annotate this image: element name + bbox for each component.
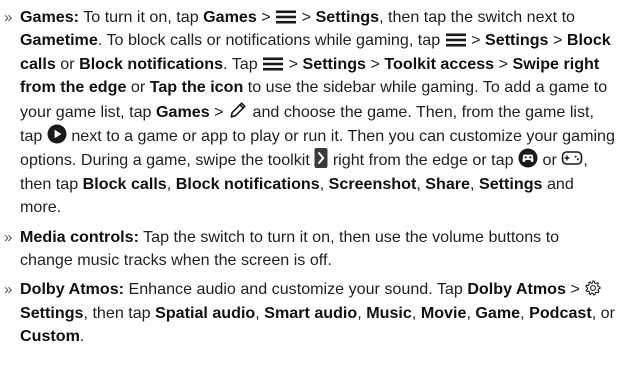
separator: > [214, 102, 224, 121]
game-term: Game [475, 303, 521, 322]
text: right from the edge or tap [332, 151, 514, 170]
smart-audio-term: Smart audio [264, 303, 358, 322]
menu-icon [445, 32, 467, 48]
separator: > [570, 280, 580, 299]
pencil-icon [228, 100, 248, 120]
dolby-atmos-title: Dolby Atmos: [20, 280, 125, 299]
games-term: Games [155, 102, 210, 121]
tap-icon-term: Tap the icon [149, 78, 244, 97]
settings-term: Settings [485, 31, 549, 50]
gear-icon [584, 279, 602, 297]
toolkit-handle-icon [314, 148, 328, 169]
list-item-dolby-atmos: » Dolby Atmos: Enhance audio and customiz… [4, 278, 615, 348]
settings-term: Settings [20, 303, 84, 322]
separator: > [471, 31, 481, 50]
bullet-marker: » [4, 281, 13, 299]
separator: > [370, 54, 380, 73]
settings-term: Settings [315, 8, 380, 26]
text: Enhance audio and customize your sound. … [128, 280, 463, 299]
comma: , [466, 303, 471, 322]
list-item-media-controls: » Media controls: Tap the switch to turn … [4, 226, 615, 273]
text: , then tap the switch next to [379, 8, 575, 26]
gamepad-outline-icon [561, 148, 583, 168]
comma: , [411, 303, 417, 322]
gamepad-icon [518, 148, 538, 168]
text: . Tap [223, 54, 258, 73]
games-term: Games [203, 8, 257, 26]
separator: > [553, 31, 563, 50]
comma: , [416, 174, 421, 193]
music-term: Music [366, 303, 412, 322]
block-notifications-term: Block notifications [79, 54, 224, 73]
movie-term: Movie [420, 303, 467, 322]
media-controls-title: Media controls: [20, 227, 139, 246]
bullet-marker: » [4, 9, 13, 26]
spatial-audio-term: Spatial audio [155, 303, 256, 322]
games-title: Games: [20, 8, 80, 26]
text: , then tap [83, 303, 151, 322]
comma: , [255, 303, 260, 322]
separator: > [288, 54, 299, 73]
menu-icon [262, 56, 284, 72]
toolkit-access-term: Toolkit access [384, 54, 495, 73]
settings-term: Settings [478, 174, 543, 193]
play-circle-icon [47, 124, 67, 144]
period: . [79, 327, 85, 346]
block-notifications-term: Block notifications [175, 174, 320, 193]
text: To turn it on, tap [83, 8, 199, 26]
comma: , [470, 174, 475, 193]
separator: > [301, 8, 312, 26]
feature-list: » Games: To turn it on, tap Games > > Set… [4, 6, 615, 349]
gametime-term: Gametime [20, 31, 98, 50]
bullet-marker: » [4, 228, 13, 246]
block-calls-term: Block calls [82, 174, 167, 193]
menu-icon [275, 9, 297, 25]
settings-term: Settings [302, 54, 367, 73]
comma: , [357, 303, 362, 322]
separator: > [498, 54, 509, 73]
text: , or [591, 303, 615, 322]
comma: , [520, 303, 525, 322]
comma: , [166, 174, 172, 193]
document-page: » Games: To turn it on, tap Games > > Set… [0, 0, 619, 375]
comma: , [319, 174, 325, 193]
separator: > [261, 8, 271, 26]
text: or [60, 54, 75, 73]
podcast-term: Podcast [529, 303, 592, 322]
custom-term: Custom [20, 327, 80, 346]
screenshot-term: Screenshot [328, 174, 417, 193]
dolby-atmos-term: Dolby Atmos [467, 280, 566, 299]
text: or [542, 151, 557, 170]
text: . To block calls or notifications while … [97, 31, 441, 50]
share-term: Share [425, 174, 471, 193]
list-item-games: » Games: To turn it on, tap Games > > Set… [4, 6, 615, 220]
text: or [130, 78, 146, 97]
